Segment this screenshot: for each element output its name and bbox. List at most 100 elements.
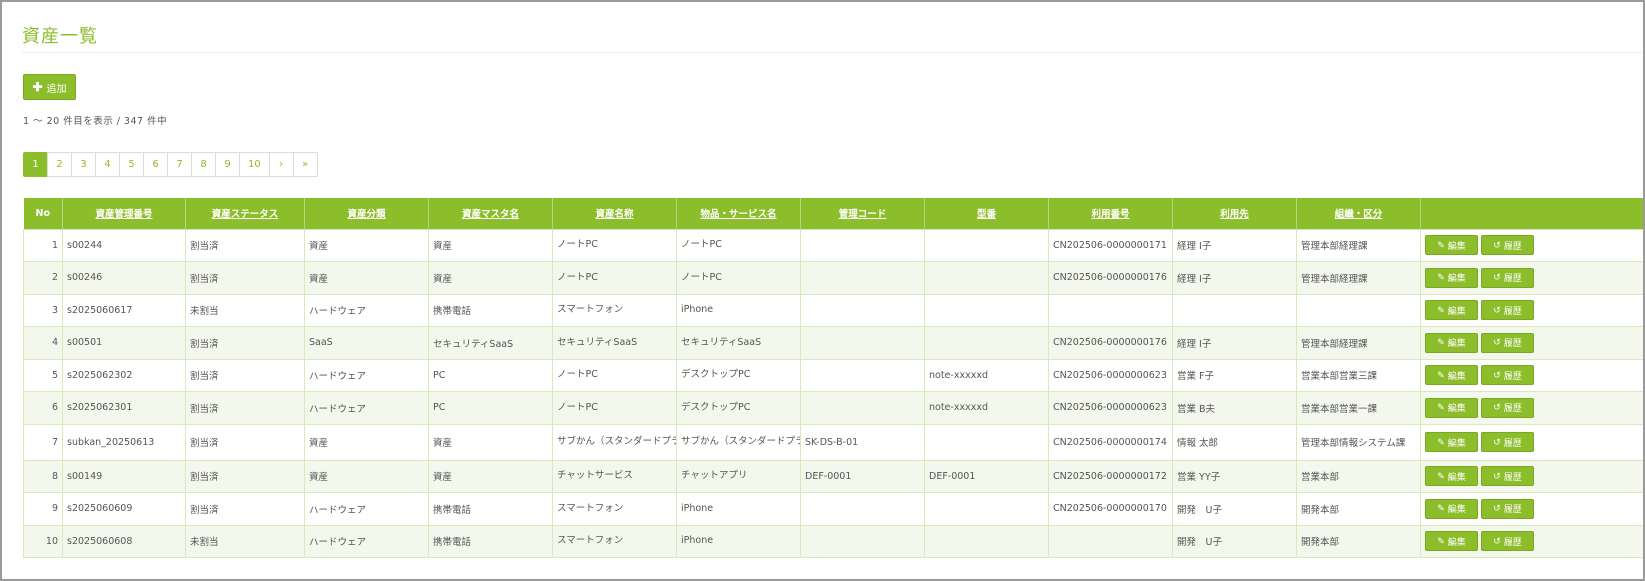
cell-organization: 管理本部情報システム課 — [1296, 423, 1421, 461]
column-header[interactable]: 資産名称 — [552, 198, 677, 229]
table-body: 1 s00244 割当済 資産 資産 ノートPC ノートPC CN202506-0000000… — [23, 228, 1643, 558]
column-header: No — [23, 198, 63, 229]
column-header[interactable]: 組織・区分 — [1296, 198, 1421, 229]
cell-product-name: チャットアプリ — [676, 459, 801, 493]
cell-model-number — [924, 293, 1049, 327]
cell-organization: 開発本部 — [1296, 524, 1421, 558]
page-link-4[interactable]: 4 — [95, 152, 120, 177]
column-header[interactable]: 資産マスタ名 — [428, 198, 553, 229]
page-link-3[interactable]: 3 — [71, 152, 96, 177]
column-header[interactable]: 物品・サービス名 — [676, 198, 801, 229]
title-divider — [22, 52, 1643, 53]
cell-product-name: ノートPC — [676, 261, 801, 295]
page-link-9[interactable]: 9 — [215, 152, 240, 177]
column-header[interactable]: 利用先 — [1172, 198, 1297, 229]
edit-button[interactable]: ✎ 編集 — [1425, 432, 1478, 452]
column-header[interactable]: 型番 — [924, 198, 1049, 229]
cell-actions: ✎ 編集 ↺ 履歴 — [1420, 293, 1643, 327]
column-header[interactable]: 管理コード — [800, 198, 925, 229]
history-button[interactable]: ↺ 履歴 — [1481, 498, 1534, 519]
cell-asset-id: s2025062301 — [62, 391, 186, 425]
cell-organization: 営業本部営業一課 — [1296, 391, 1421, 425]
table-row: 5 s2025062302 割当済 ハードウェア PC ノートPC デスクトップPC note… — [23, 358, 1643, 392]
cell-no: 6 — [23, 391, 63, 425]
page-link-10[interactable]: 10 — [239, 152, 270, 177]
column-header[interactable]: 資産ステータス — [185, 198, 305, 229]
cell-master-name: PC — [428, 391, 553, 425]
page-link-2[interactable]: 2 — [47, 152, 72, 177]
history-button-label: 履歴 — [1503, 536, 1522, 547]
page-link-7[interactable]: 7 — [167, 152, 192, 177]
column-header[interactable]: 資産分類 — [304, 198, 429, 229]
edit-button[interactable]: ✎ 編集 — [1425, 531, 1478, 552]
cell-status: 未割当 — [185, 524, 305, 558]
edit-button[interactable]: ✎ 編集 — [1425, 300, 1478, 321]
cell-actions: ✎ 編集 ↺ 履歴 — [1420, 326, 1643, 360]
cell-master-name: 資産 — [428, 459, 553, 493]
pagination: 1 2 3 4 5 6 7 8 9 10 ›» — [23, 152, 318, 177]
table-row: 8 s00149 割当済 資産 資産 チャットサービス チャットアプリ DEF-0001 DEF… — [23, 459, 1643, 493]
history-button[interactable]: ↺ 履歴 — [1481, 466, 1534, 487]
edit-icon: ✎ — [1437, 304, 1445, 315]
edit-button-label: 編集 — [1447, 471, 1466, 482]
history-icon: ↺ — [1493, 239, 1501, 250]
cell-usage-number: CN202506-0000000176 — [1048, 261, 1173, 295]
edit-button[interactable]: ✎ 編集 — [1425, 267, 1478, 288]
cell-master-name: 資産 — [428, 423, 553, 461]
column-header-actions — [1420, 198, 1643, 229]
edit-icon: ✎ — [1437, 470, 1445, 481]
edit-button[interactable]: ✎ 編集 — [1425, 332, 1478, 353]
edit-button[interactable]: ✎ 編集 — [1425, 498, 1478, 519]
history-button-label: 履歴 — [1503, 240, 1522, 251]
history-button-label: 履歴 — [1503, 338, 1522, 349]
history-button[interactable]: ↺ 履歴 — [1481, 365, 1534, 386]
history-button-label: 履歴 — [1503, 403, 1522, 414]
page-link-5[interactable]: 5 — [119, 152, 144, 177]
column-header[interactable]: 資産管理番号 — [62, 198, 186, 229]
cell-management-code — [800, 492, 925, 526]
history-button[interactable]: ↺ 履歴 — [1481, 267, 1534, 288]
history-icon: ↺ — [1493, 402, 1501, 413]
history-button[interactable]: ↺ 履歴 — [1481, 432, 1534, 452]
edit-button[interactable]: ✎ 編集 — [1425, 397, 1478, 418]
page-last-link[interactable]: » — [292, 152, 318, 177]
history-button-label: 履歴 — [1503, 305, 1522, 316]
table-row: 4 s00501 割当済 SaaS セキュリティSaaS セキュリティSaaS セキュリティ… — [23, 326, 1643, 360]
edit-button[interactable]: ✎ 編集 — [1425, 365, 1478, 386]
history-button[interactable]: ↺ 履歴 — [1481, 531, 1534, 552]
cell-usage-number — [1048, 524, 1173, 558]
page-next-link[interactable]: › — [268, 152, 294, 177]
column-header[interactable]: 利用番号 — [1048, 198, 1173, 229]
page-link-1[interactable]: 1 — [23, 152, 48, 177]
cell-actions: ✎ 編集 ↺ 履歴 — [1420, 492, 1643, 526]
page-link-8[interactable]: 8 — [191, 152, 216, 177]
cell-model-number — [924, 423, 1049, 461]
history-button[interactable]: ↺ 履歴 — [1481, 397, 1534, 418]
add-button[interactable]: ✚ 追加 — [23, 74, 76, 100]
cell-asset-name: スマートフォン — [552, 293, 677, 327]
cell-usage-number: CN202506-0000000171 — [1048, 228, 1173, 262]
cell-asset-name: ノートPC — [552, 391, 677, 425]
history-icon: ↺ — [1493, 535, 1501, 546]
cell-model-number: DEF-0001 — [924, 459, 1049, 493]
edit-button[interactable]: ✎ 編集 — [1425, 466, 1478, 487]
history-button-label: 履歴 — [1503, 504, 1522, 515]
cell-user: 開発 U子 — [1172, 492, 1297, 526]
cell-no: 3 — [23, 293, 63, 327]
cell-category: ハードウェア — [304, 293, 429, 327]
cell-model-number: note-xxxxxd — [924, 391, 1049, 425]
cell-asset-name: サブかん（スタンダードプラン） — [552, 423, 677, 461]
history-button[interactable]: ↺ 履歴 — [1481, 332, 1534, 353]
cell-actions: ✎ 編集 ↺ 履歴 — [1420, 423, 1643, 461]
cell-status: 割当済 — [185, 423, 305, 461]
edit-button[interactable]: ✎ 編集 — [1425, 235, 1478, 256]
cell-status: 未割当 — [185, 293, 305, 327]
history-button[interactable]: ↺ 履歴 — [1481, 300, 1534, 321]
page-link-6[interactable]: 6 — [143, 152, 168, 177]
cell-model-number: note-xxxxxd — [924, 358, 1049, 392]
cell-no: 1 — [23, 228, 63, 262]
edit-icon: ✎ — [1437, 503, 1445, 514]
window-frame: 資産一覧 ✚ 追加 1 〜 20 件目を表示 / 347 件中 12345678… — [0, 0, 1645, 581]
history-button[interactable]: ↺ 履歴 — [1481, 235, 1534, 256]
edit-button-label: 編集 — [1447, 370, 1466, 381]
